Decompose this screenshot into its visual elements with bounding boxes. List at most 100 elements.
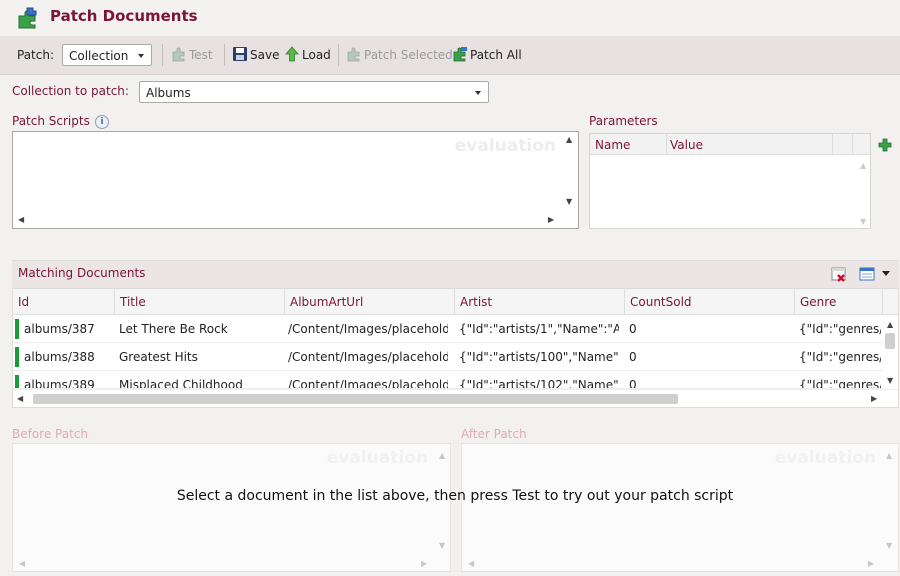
- patch-all-puzzle-icon: [452, 46, 468, 65]
- scroll-right-icon[interactable]: ▶: [871, 395, 877, 403]
- column-divider: [832, 134, 833, 155]
- column-header-albumarturl[interactable]: AlbumArtUrl: [285, 289, 455, 315]
- grid-vertical-scroll-thumb[interactable]: [885, 333, 895, 349]
- scroll-left-icon[interactable]: ◀: [19, 560, 25, 568]
- column-header-id[interactable]: Id: [13, 289, 115, 315]
- after-patch-editor[interactable]: evaluation ▲ ▼ ◀ ▶: [461, 443, 899, 572]
- save-button[interactable]: Save: [232, 46, 279, 64]
- column-header-artist[interactable]: Artist: [455, 289, 625, 315]
- cell-artist: {"Id":"artists/100","Name":": [459, 350, 619, 364]
- scroll-up-icon[interactable]: ▲: [439, 452, 445, 460]
- parameters-label: Parameters: [589, 114, 658, 128]
- scroll-down-icon[interactable]: ▼: [860, 218, 866, 226]
- scroll-right-icon[interactable]: ▶: [868, 560, 874, 568]
- info-icon[interactable]: i: [95, 115, 109, 129]
- status-marker: [15, 319, 19, 339]
- cell-countsold: 0: [629, 378, 637, 389]
- editor-vertical-scrollbar[interactable]: ▲ ▼: [561, 132, 578, 212]
- cell-genre: {"Id":"genres/1: [799, 378, 881, 389]
- test-button[interactable]: Test: [171, 46, 213, 64]
- cell-albumarturl: /Content/Images/placeholde: [288, 350, 448, 364]
- column-header-title[interactable]: Title: [115, 289, 285, 315]
- patch-selected-button[interactable]: Patch Selected: [346, 46, 453, 64]
- column-divider: [852, 134, 853, 155]
- matching-documents-grid[interactable]: Id Title AlbumArtUrl Artist CountSold Ge…: [12, 288, 899, 408]
- table-row[interactable]: albums/388 Greatest Hits /Content/Images…: [13, 343, 883, 371]
- scroll-down-icon[interactable]: ▼: [439, 542, 445, 550]
- patch-script-editor[interactable]: evaluation ▲ ▼ ◀ ▶: [12, 131, 579, 229]
- scroll-right-icon[interactable]: ▶: [548, 216, 554, 224]
- table-row[interactable]: albums/389 Misplaced Childhood /Content/…: [13, 371, 883, 389]
- patch-mode-label: Patch:: [17, 48, 55, 62]
- grid-horizontal-scrollbar[interactable]: ◀ ▶: [13, 389, 898, 406]
- test-puzzle-icon: [171, 46, 187, 65]
- column-divider: [666, 134, 667, 155]
- patch-mode-select[interactable]: Collection: [62, 44, 152, 66]
- cell-countsold: 0: [629, 350, 637, 364]
- patch-scripts-label: Patch Scripts: [12, 114, 90, 128]
- scroll-down-icon[interactable]: ▼: [887, 377, 893, 385]
- table-row[interactable]: albums/387 Let There Be Rock /Content/Im…: [13, 315, 883, 343]
- scroll-down-icon[interactable]: ▼: [886, 542, 892, 550]
- patch-mode-value: Collection: [69, 49, 129, 63]
- cell-countsold: 0: [629, 322, 637, 336]
- instruction-message: Select a document in the list above, the…: [176, 488, 734, 504]
- column-header-genre[interactable]: Genre: [795, 289, 883, 315]
- grid-horizontal-scroll-thumb[interactable]: [33, 394, 678, 404]
- load-button[interactable]: Load: [284, 45, 331, 65]
- chevron-down-icon: [138, 54, 144, 58]
- page-title: Patch Documents: [50, 7, 198, 25]
- matching-documents-label: Matching Documents: [18, 266, 146, 280]
- scroll-left-icon[interactable]: ◀: [18, 216, 24, 224]
- column-chooser-icon[interactable]: [859, 266, 875, 282]
- collection-label: Collection to patch:: [12, 84, 129, 98]
- add-parameter-icon[interactable]: [878, 138, 892, 152]
- cell-id: albums/389: [24, 378, 95, 389]
- scroll-right-icon[interactable]: ▶: [421, 560, 427, 568]
- cell-artist: {"Id":"artists/102","Name":": [459, 378, 619, 389]
- scroll-up-icon[interactable]: ▲: [566, 136, 572, 144]
- status-marker: [15, 375, 19, 388]
- cell-id: albums/387: [24, 322, 95, 336]
- test-label: Test: [189, 48, 213, 62]
- patch-all-button[interactable]: Patch All: [452, 46, 522, 64]
- status-marker: [15, 347, 19, 367]
- chevron-down-icon[interactable]: [882, 271, 890, 276]
- scroll-up-icon[interactable]: ▲: [860, 162, 866, 170]
- evaluation-watermark: evaluation: [454, 136, 556, 156]
- editor-horizontal-scrollbar[interactable]: ◀ ▶: [13, 211, 561, 228]
- floppy-disk-icon: [232, 46, 248, 65]
- before-patch-editor[interactable]: evaluation ▲ ▼ ◀ ▶: [12, 443, 451, 572]
- scroll-down-icon[interactable]: ▼: [566, 198, 572, 206]
- toolbar-divider: [162, 44, 163, 66]
- evaluation-watermark: evaluation: [774, 448, 876, 468]
- scroll-up-icon[interactable]: ▲: [886, 452, 892, 460]
- column-header-countsold[interactable]: CountSold: [625, 289, 795, 315]
- grid-header: Id Title AlbumArtUrl Artist CountSold Ge…: [13, 289, 898, 315]
- parameters-grid[interactable]: Name Value ▲ ▼: [589, 133, 871, 229]
- puzzle-icon: [16, 6, 40, 30]
- delete-documents-icon[interactable]: [831, 266, 847, 282]
- collection-value: Albums: [146, 86, 191, 100]
- patch-all-label: Patch All: [470, 48, 522, 62]
- cell-id: albums/388: [24, 350, 95, 364]
- scroll-up-icon[interactable]: ▲: [887, 321, 893, 329]
- cell-genre: {"Id":"genres/1: [799, 322, 881, 336]
- param-col-value: Value: [670, 138, 703, 152]
- cell-albumarturl: /Content/Images/placeholde: [288, 378, 448, 389]
- chevron-down-icon: [475, 91, 481, 95]
- cell-title: Let There Be Rock: [119, 322, 228, 336]
- before-patch-label: Before Patch: [12, 427, 89, 441]
- scroll-left-icon[interactable]: ◀: [468, 560, 474, 568]
- collection-select[interactable]: Albums: [139, 81, 489, 103]
- scroll-left-icon[interactable]: ◀: [17, 395, 23, 403]
- save-label: Save: [250, 48, 280, 62]
- cell-genre: {"Id":"genres/1: [799, 350, 881, 364]
- up-arrow-icon: [284, 45, 300, 65]
- cell-artist: {"Id":"artists/1","Name":"AC: [459, 322, 619, 336]
- toolbar-divider: [224, 44, 225, 66]
- parameters-header: Name Value: [590, 134, 870, 155]
- patch-selected-puzzle-icon: [346, 46, 362, 65]
- after-patch-label: After Patch: [461, 427, 527, 441]
- cell-title: Misplaced Childhood: [119, 378, 243, 389]
